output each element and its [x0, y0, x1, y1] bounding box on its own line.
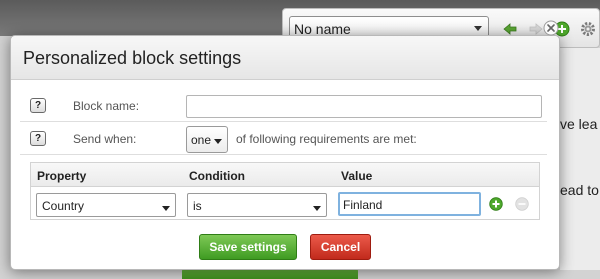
background-content-panel — [560, 48, 600, 270]
condition-select-value: is — [193, 199, 202, 213]
background-text: ve lea — [560, 116, 598, 132]
chevron-down-icon — [162, 206, 170, 211]
value-column-header: Value — [341, 169, 373, 183]
property-column-header: Property — [37, 169, 87, 183]
cancel-button[interactable]: Cancel — [310, 234, 371, 260]
send-when-label: Send when: — [73, 132, 137, 146]
dialog-title: Personalized block settings — [23, 48, 242, 68]
send-when-suffix: of following requirements are met: — [236, 132, 417, 146]
divider — [20, 154, 547, 155]
send-when-select[interactable]: one — [186, 126, 228, 153]
conditions-table: Property Condition Value Country is Finl… — [30, 162, 540, 220]
chevron-down-icon — [214, 139, 222, 144]
block-name-input[interactable] — [186, 95, 542, 118]
property-select[interactable]: Country — [36, 193, 176, 217]
remove-row-icon[interactable] — [515, 197, 529, 211]
dialog-header: Personalized block settings — [11, 36, 559, 80]
block-name-label: Block name: — [73, 99, 140, 113]
condition-column-header: Condition — [189, 169, 245, 183]
condition-select[interactable]: is — [187, 193, 327, 217]
save-settings-button[interactable]: Save settings — [199, 234, 297, 260]
background-text: ead to — [560, 182, 599, 198]
close-icon[interactable] — [543, 20, 559, 36]
conditions-table-header: Property Condition Value — [31, 163, 539, 187]
chevron-down-icon — [474, 26, 482, 31]
gear-icon[interactable] — [580, 21, 596, 37]
help-icon[interactable]: ? — [30, 98, 46, 113]
property-select-value: Country — [42, 199, 85, 213]
send-when-value: one — [191, 133, 212, 147]
add-row-icon[interactable] — [489, 197, 503, 211]
help-icon[interactable]: ? — [30, 131, 46, 146]
chevron-down-icon — [313, 206, 321, 211]
divider — [20, 121, 547, 122]
value-input[interactable]: Finland — [338, 192, 481, 216]
